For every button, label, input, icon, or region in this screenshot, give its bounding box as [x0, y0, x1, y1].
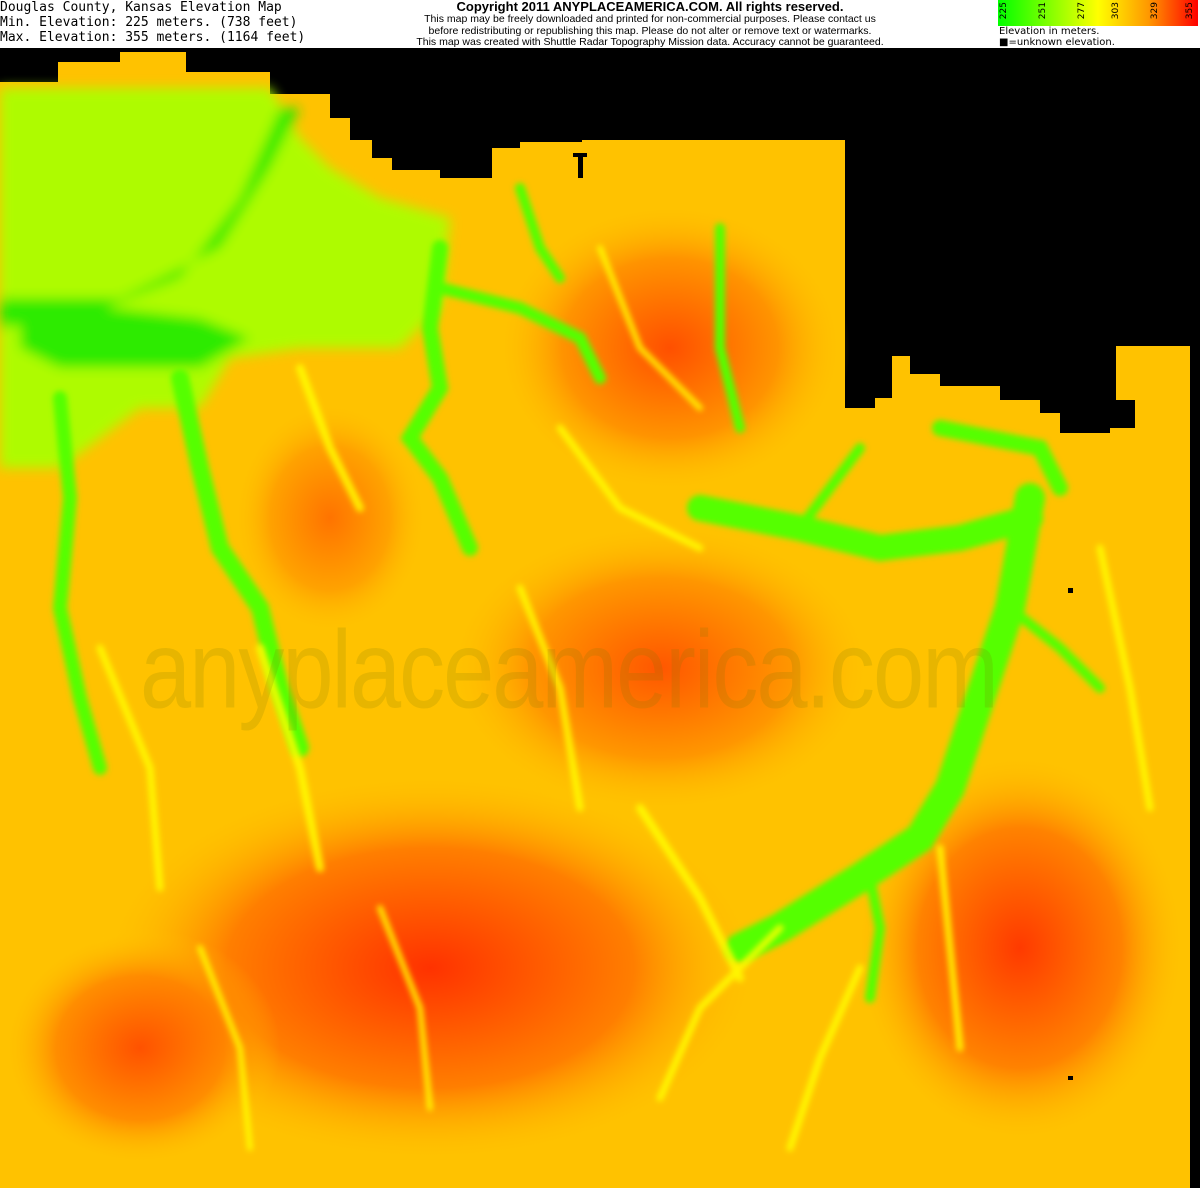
legend-tick: 329 [1150, 2, 1160, 20]
copyright-title: Copyright 2011 ANYPLACEAMERICA.COM. All … [456, 0, 844, 14]
legend-color-bar [998, 0, 1198, 26]
map-title: Douglas County, Kansas Elevation Map [0, 0, 282, 15]
unknown-elevation-mark [1068, 588, 1073, 593]
max-elevation-text: Max. Elevation: 355 meters. (1164 feet) [0, 30, 306, 45]
highland-southeast [850, 748, 1190, 1148]
elevation-legend: 225 251 277 303 329 355 Elevation in met… [998, 0, 1200, 48]
legend-unknown-note: ■=unknown elevation. [999, 37, 1115, 48]
elevation-map: anyplaceamerica.com [0, 48, 1200, 1188]
legend-units-note: Elevation in meters. [999, 26, 1100, 37]
map-header: Douglas County, Kansas Elevation Map Min… [0, 0, 1200, 48]
copyright-line-3: This map was created with Shuttle Radar … [416, 36, 884, 48]
legend-tick: 251 [1038, 2, 1048, 20]
legend-tick: 225 [999, 2, 1009, 20]
watermark-text: anyplaceamerica.com [140, 609, 999, 732]
highland-north [490, 198, 850, 498]
copyright-line-1: This map may be freely downloaded and pr… [424, 13, 876, 25]
legend-tick: 355 [1185, 2, 1195, 20]
unknown-elevation-mark [578, 153, 583, 178]
copyright-notice: Copyright 2011 ANYPLACEAMERICA.COM. All … [400, 0, 900, 49]
min-elevation-text: Min. Elevation: 225 meters. (738 feet) [0, 15, 298, 30]
legend-tick: 303 [1111, 2, 1121, 20]
legend-tick: 277 [1077, 2, 1087, 20]
unknown-elevation-mark [1068, 1076, 1073, 1080]
